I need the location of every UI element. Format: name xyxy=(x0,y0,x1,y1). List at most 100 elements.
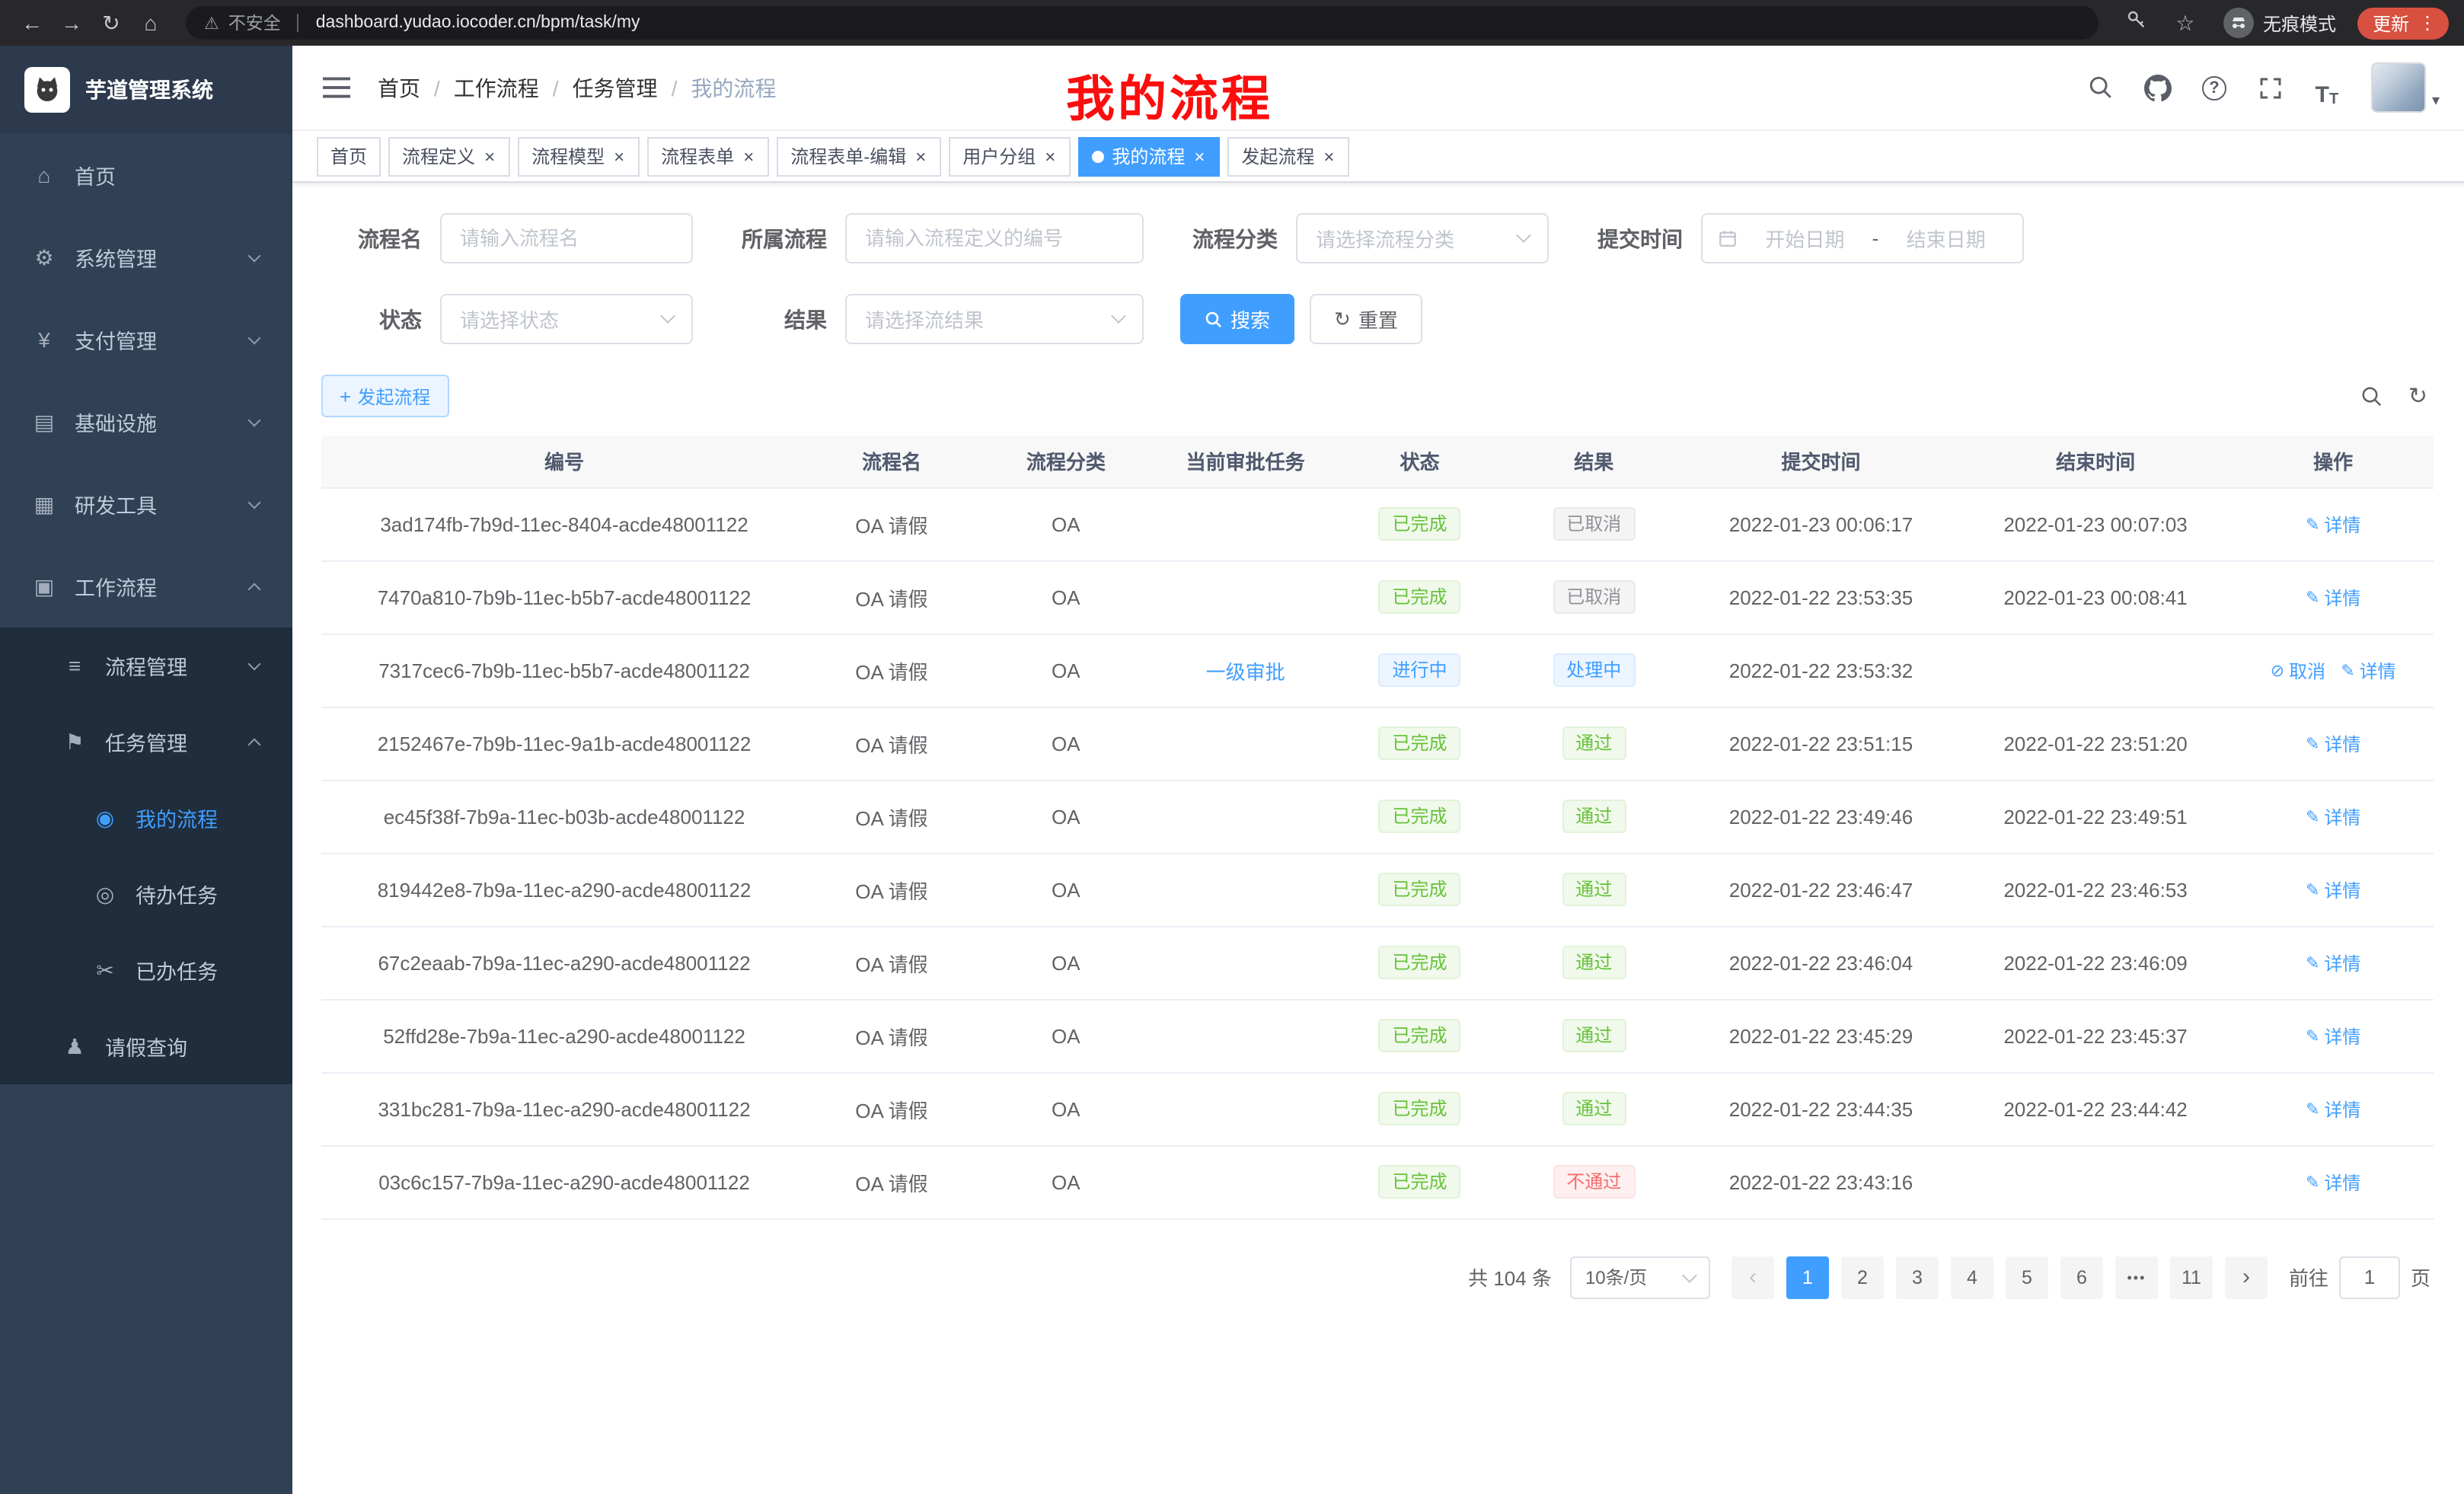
detail-action-link[interactable]: ✎详情 xyxy=(2306,511,2360,537)
cell-actions: ✎详情 xyxy=(2233,780,2434,853)
breadcrumb-item[interactable]: 工作流程 xyxy=(454,72,539,103)
browser-home-icon[interactable]: ⌂ xyxy=(134,0,168,46)
cell-end-time xyxy=(1958,1145,2233,1218)
page-size-select[interactable]: 10条/页 xyxy=(1570,1256,1710,1298)
detail-action-link[interactable]: ✎详情 xyxy=(2306,1096,2360,1122)
sidebar-item-process-management[interactable]: ≡流程管理 xyxy=(0,627,292,704)
url-text[interactable]: dashboard.yudao.iocoder.cn/bpm/task/my xyxy=(316,14,640,32)
page-ellipsis[interactable]: ••• xyxy=(2115,1256,2158,1298)
sidebar-item-system-management[interactable]: ⚙系统管理 xyxy=(0,216,292,298)
font-size-icon[interactable]: TT xyxy=(2309,68,2345,107)
page-button-4[interactable]: 4 xyxy=(1951,1256,1993,1298)
sidebar-item-done-tasks[interactable]: ✂已办任务 xyxy=(0,932,292,1008)
infrastructure-icon: ▤ xyxy=(27,409,61,435)
result-select[interactable]: 请选择流结果 xyxy=(845,294,1144,344)
cell-status: 已完成 xyxy=(1336,487,1505,560)
page-button-3[interactable]: 3 xyxy=(1896,1256,1939,1298)
user-menu[interactable]: ▾ xyxy=(2371,62,2440,113)
result-label: 结果 xyxy=(729,304,845,334)
close-icon[interactable]: × xyxy=(483,147,496,165)
tab-home[interactable]: 首页 xyxy=(317,136,381,176)
detail-action-link[interactable]: ✎详情 xyxy=(2306,950,2360,975)
status-select[interactable]: 请选择状态 xyxy=(440,294,693,344)
sidebar-item-todo-tasks[interactable]: ◎待办任务 xyxy=(0,856,292,932)
address-bar[interactable]: ⚠ 不安全 dashboard.yudao.iocoder.cn/bpm/tas… xyxy=(186,6,2099,40)
search-button[interactable]: 搜索 xyxy=(1180,294,1294,344)
search-icon[interactable] xyxy=(2083,68,2120,107)
close-icon[interactable]: × xyxy=(612,147,626,165)
prev-page-button[interactable]: ‹ xyxy=(1732,1256,1774,1298)
tab-process-form-edit[interactable]: 流程表单-编辑× xyxy=(777,136,941,176)
submit-time-range-picker[interactable]: 开始日期 - 结束日期 xyxy=(1701,213,2024,263)
page-button-11[interactable]: 11 xyxy=(2170,1256,2213,1298)
sidebar-item-infrastructure[interactable]: ▤基础设施 xyxy=(0,381,292,463)
detail-action-link[interactable]: ✎详情 xyxy=(2306,730,2360,756)
browser-forward-icon[interactable]: → xyxy=(55,0,88,46)
table-row: 3ad174fb-7b9d-11ec-8404-acde48001122OA 请… xyxy=(321,487,2434,560)
close-icon[interactable]: × xyxy=(1192,147,1206,165)
cell-id: ec45f38f-7b9a-11ec-b03b-acde48001122 xyxy=(321,780,807,853)
page-button-5[interactable]: 5 xyxy=(2006,1256,2048,1298)
sidebar-item-task-management[interactable]: ⚑任务管理 xyxy=(0,704,292,780)
tab-my-process[interactable]: 我的流程× xyxy=(1078,136,1220,176)
sidebar-item-leave-query[interactable]: ♟请假查询 xyxy=(0,1008,292,1084)
sidebar-item-home[interactable]: ⌂首页 xyxy=(0,134,292,216)
security-label[interactable]: 不安全 xyxy=(228,11,281,35)
browser-reload-icon[interactable]: ↻ xyxy=(94,0,128,46)
detail-action-link[interactable]: ✎详情 xyxy=(2306,1023,2360,1049)
tab-start-process[interactable]: 发起流程× xyxy=(1227,136,1349,176)
update-button[interactable]: 更新 ⋮ xyxy=(2357,7,2449,39)
table-row: 2152467e-7b9b-11ec-9a1b-acde48001122OA 请… xyxy=(321,707,2434,780)
github-icon[interactable] xyxy=(2140,68,2176,107)
sidebar-item-dev-tools[interactable]: ▦研发工具 xyxy=(0,463,292,545)
close-icon[interactable]: × xyxy=(1322,147,1336,165)
page-button-1[interactable]: 1 xyxy=(1786,1256,1829,1298)
detail-action-link[interactable]: ✎详情 xyxy=(2306,803,2360,829)
browser-menu-icon[interactable]: ⋮ xyxy=(2414,12,2441,34)
page-button-6[interactable]: 6 xyxy=(2060,1256,2103,1298)
goto-page-input[interactable] xyxy=(2339,1256,2400,1298)
fullscreen-icon[interactable] xyxy=(2252,68,2289,107)
tab-process-form[interactable]: 流程表单 × xyxy=(647,136,769,176)
tab-process-definition[interactable]: 流程定义× xyxy=(388,136,510,176)
sidebar-item-my-process[interactable]: ◉我的流程 xyxy=(0,780,292,856)
close-icon[interactable]: × xyxy=(914,147,927,165)
detail-action-link[interactable]: ✎详情 xyxy=(2341,657,2395,683)
hamburger-icon[interactable] xyxy=(317,68,356,107)
create-process-label: 发起流程 xyxy=(357,383,430,409)
parent-process-input[interactable] xyxy=(845,213,1144,263)
breadcrumb-item[interactable]: 任务管理 xyxy=(573,72,658,103)
detail-action-link[interactable]: ✎详情 xyxy=(2306,1169,2360,1195)
current-task-link[interactable]: 一级审批 xyxy=(1206,660,1285,683)
detail-action-link[interactable]: ✎详情 xyxy=(2306,584,2360,610)
reset-button[interactable]: ↻ 重置 xyxy=(1310,294,1422,344)
detail-action-link[interactable]: ✎详情 xyxy=(2306,876,2360,902)
chevron-up-icon xyxy=(248,583,261,595)
hide-search-icon[interactable] xyxy=(2361,385,2384,407)
category-label: 流程分类 xyxy=(1180,223,1296,254)
sidebar-item-workflow[interactable]: ▣工作流程 xyxy=(0,545,292,627)
refresh-icon[interactable]: ↻ xyxy=(2408,382,2427,410)
table-row: 7470a810-7b9b-11ec-b5b7-acde48001122OA 请… xyxy=(321,560,2434,634)
close-icon[interactable]: × xyxy=(742,147,755,165)
page-button-2[interactable]: 2 xyxy=(1841,1256,1884,1298)
tab-user-group[interactable]: 用户分组× xyxy=(949,136,1071,176)
app-logo[interactable]: 芋道管理系统 xyxy=(0,46,292,134)
tab-label: 流程表单 xyxy=(661,143,734,169)
bookmark-star-icon[interactable]: ☆ xyxy=(2169,0,2202,46)
cancel-action-link[interactable]: ⊘取消 xyxy=(2271,657,2325,683)
password-key-icon[interactable] xyxy=(2120,0,2153,46)
help-icon[interactable]: ? xyxy=(2196,68,2233,107)
tab-process-model[interactable]: 流程模型× xyxy=(518,136,640,176)
sidebar-item-payment-management[interactable]: ¥支付管理 xyxy=(0,298,292,381)
total-count: 共 104 条 xyxy=(1468,1263,1552,1291)
process-name-input[interactable] xyxy=(440,213,693,263)
calendar-icon xyxy=(1718,228,1738,248)
close-icon[interactable]: × xyxy=(1043,147,1057,165)
cell-current-task xyxy=(1156,487,1336,560)
browser-back-icon[interactable]: ← xyxy=(15,0,49,46)
create-process-button[interactable]: + 发起流程 xyxy=(321,375,448,417)
breadcrumb-item[interactable]: 首页 xyxy=(378,72,420,103)
next-page-button[interactable]: › xyxy=(2225,1256,2268,1298)
category-select[interactable]: 请选择流程分类 xyxy=(1296,213,1549,263)
